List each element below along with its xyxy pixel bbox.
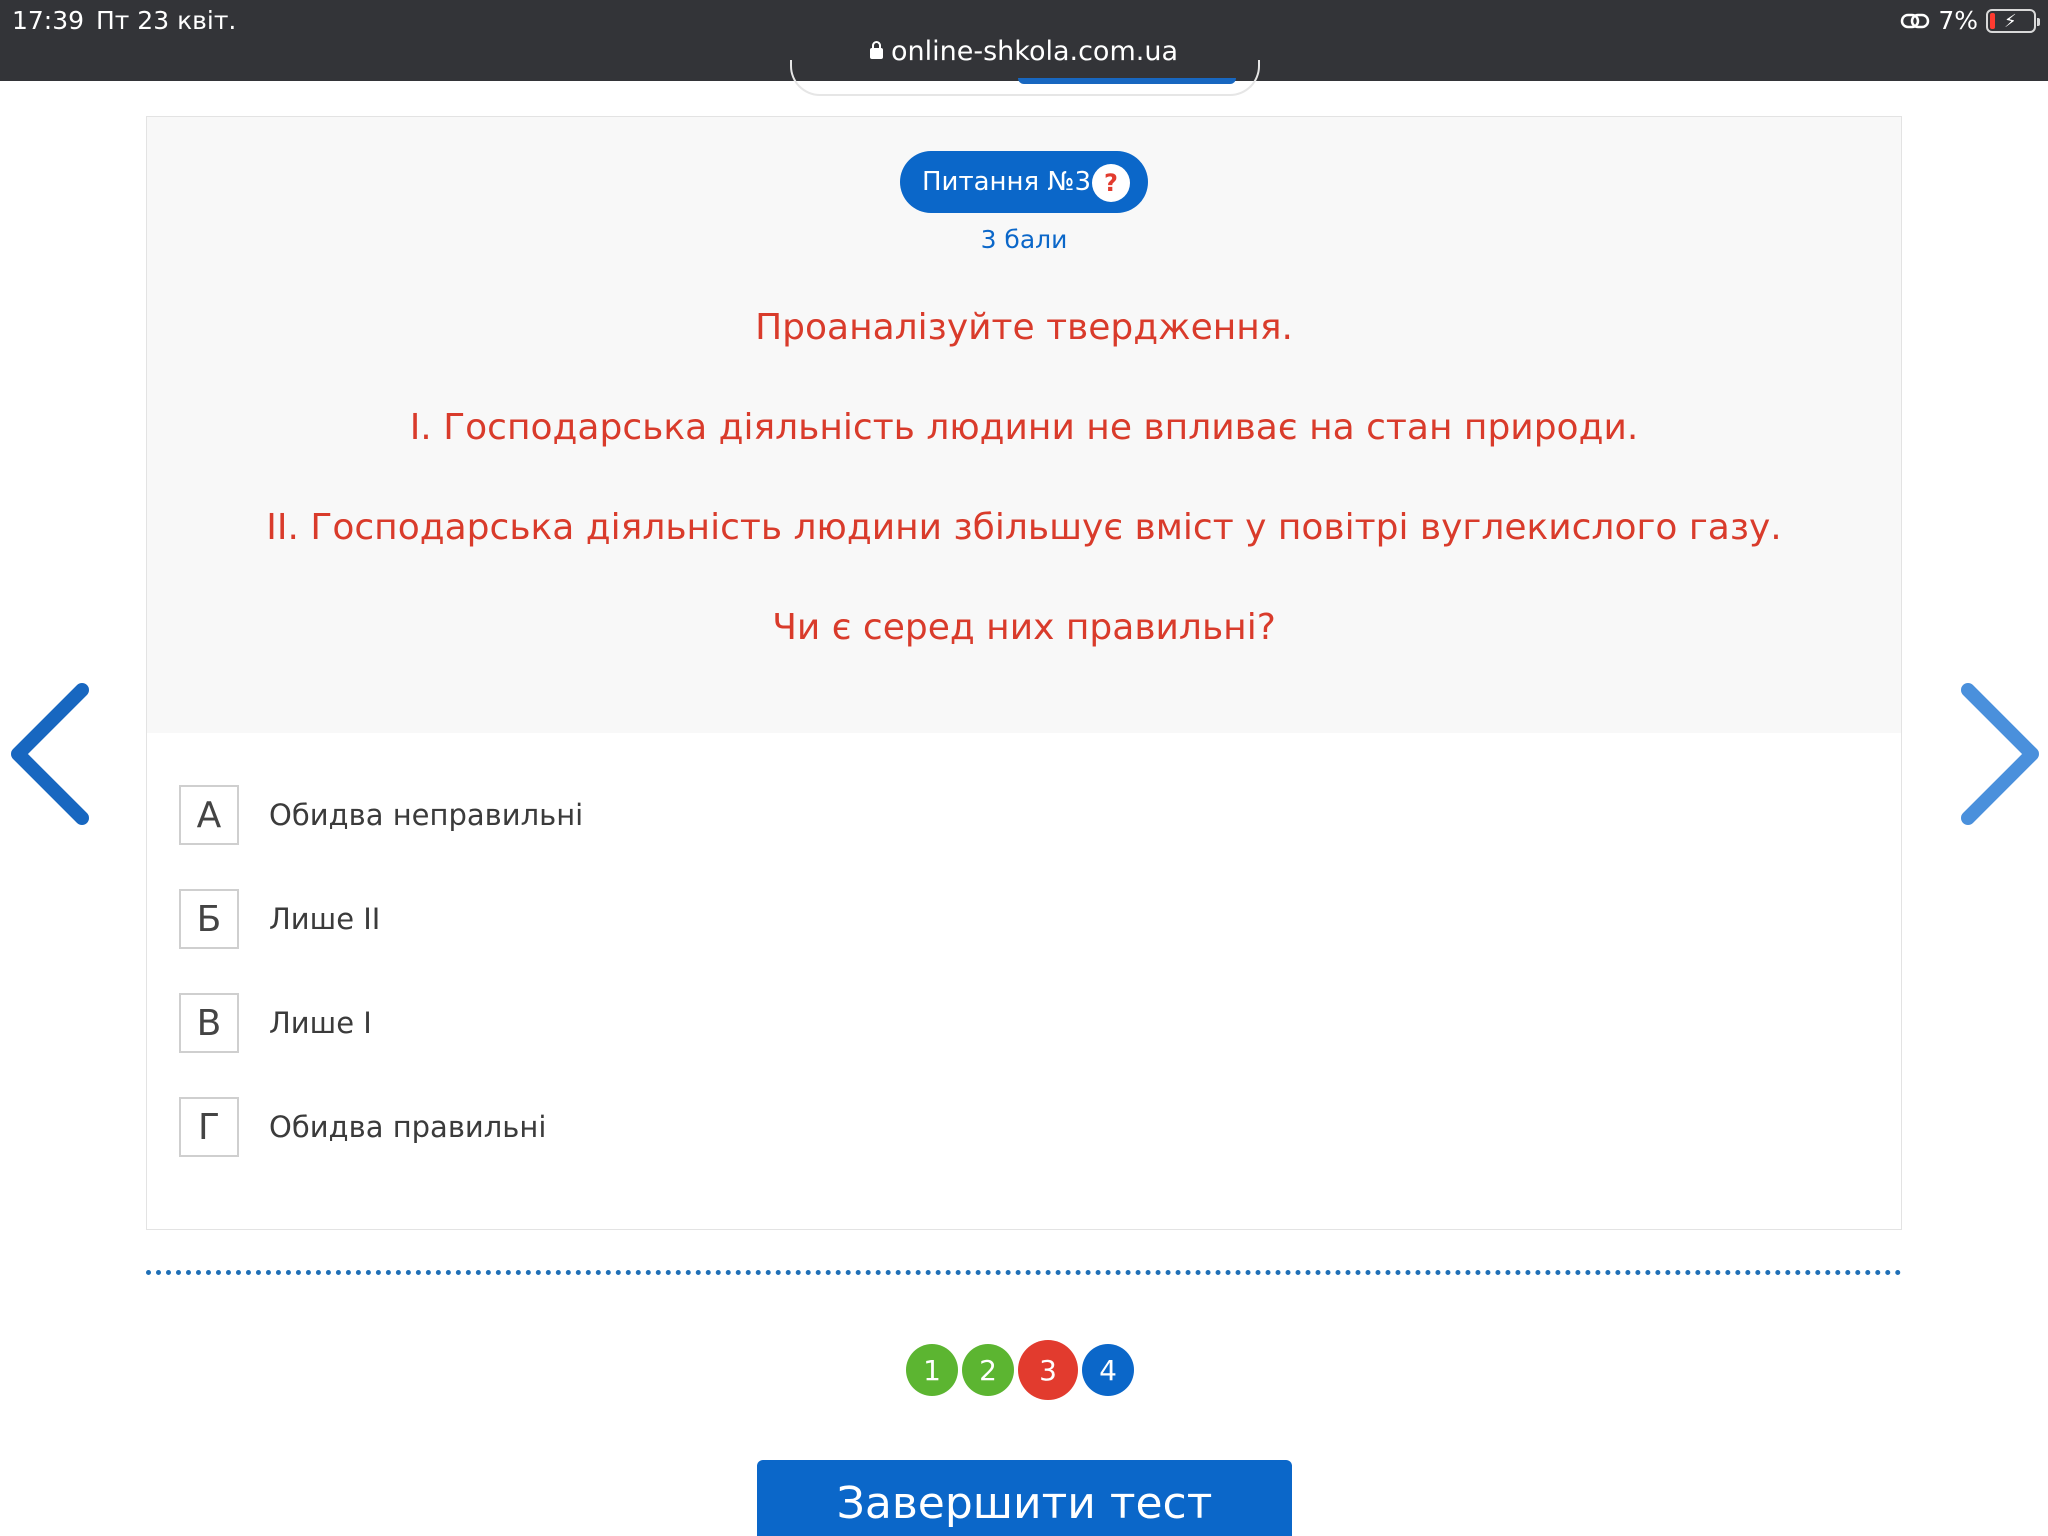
question-line-3: ІІ. Господарська діяльність людини збіль… xyxy=(266,507,1782,548)
question-points: 3 бали xyxy=(980,225,1068,254)
answer-text[interactable]: Лише І xyxy=(269,1006,372,1040)
answer-option-b[interactable]: Б Лише ІІ xyxy=(179,888,380,950)
answer-option-c[interactable]: В Лише І xyxy=(179,992,372,1054)
next-question-arrow-icon[interactable] xyxy=(1952,680,2044,828)
status-indicators: 7% ⚡ xyxy=(1900,6,2040,35)
answer-letter-box[interactable]: А xyxy=(179,785,239,845)
battery-percent: 7% xyxy=(1938,6,1978,35)
answer-text[interactable]: Обидва правильні xyxy=(269,1110,546,1144)
question-number: Питання №3 xyxy=(922,167,1092,197)
question-pagination: 1 2 3 4 xyxy=(906,1340,1134,1400)
answer-letter-box[interactable]: Г xyxy=(179,1097,239,1157)
answer-option-a[interactable]: А Обидва неправильні xyxy=(179,784,583,846)
page-dot-2[interactable]: 2 xyxy=(962,1344,1014,1396)
page-dot-4[interactable]: 4 xyxy=(1082,1344,1134,1396)
question-line-4: Чи є серед них правильні? xyxy=(772,607,1276,648)
dotted-divider xyxy=(146,1270,1902,1275)
lock-icon xyxy=(869,41,883,59)
answer-text[interactable]: Обидва неправильні xyxy=(269,798,583,832)
header-remnant-accent xyxy=(1018,78,1236,84)
question-header: Питання №3 ? 3 бали Проаналізуйте твердж… xyxy=(147,117,1901,733)
question-line-2: І. Господарська діяльність людини не впл… xyxy=(409,407,1639,448)
battery-icon: ⚡ xyxy=(1986,8,2040,33)
link-icon xyxy=(1901,13,1930,28)
answer-letter-box[interactable]: В xyxy=(179,993,239,1053)
page-dot-1[interactable]: 1 xyxy=(906,1344,958,1396)
answer-letter-box[interactable]: Б xyxy=(179,889,239,949)
prev-question-arrow-icon[interactable] xyxy=(6,680,98,828)
question-number-badge: Питання №3 ? xyxy=(900,151,1148,213)
status-time: 17:39 xyxy=(12,6,85,35)
help-icon[interactable]: ? xyxy=(1092,164,1130,202)
status-date: Пт 23 квіт. xyxy=(96,6,237,35)
charging-bolt-icon: ⚡ xyxy=(2004,10,2017,32)
answer-option-d[interactable]: Г Обидва правильні xyxy=(179,1096,546,1158)
question-line-1: Проаналізуйте твердження. xyxy=(755,307,1293,348)
page-dot-3[interactable]: 3 xyxy=(1018,1340,1078,1400)
finish-test-button[interactable]: Завершити тест xyxy=(757,1460,1292,1536)
answer-text[interactable]: Лише ІІ xyxy=(269,902,380,936)
question-card: Питання №3 ? 3 бали Проаналізуйте твердж… xyxy=(146,116,1902,1230)
